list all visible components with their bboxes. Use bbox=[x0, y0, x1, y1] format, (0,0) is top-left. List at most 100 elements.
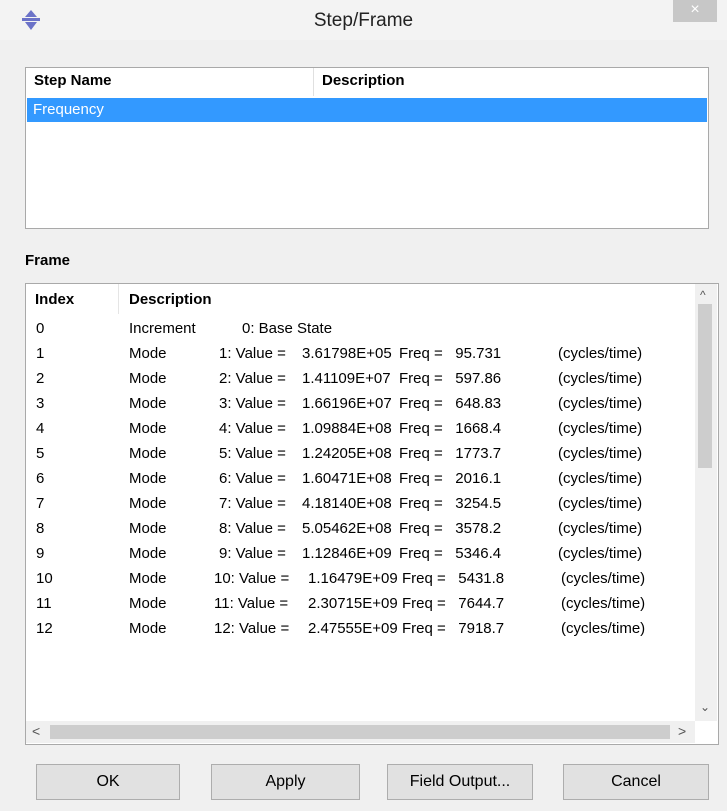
frame-type-cell: Mode bbox=[129, 370, 167, 387]
frame-index-cell: 3 bbox=[36, 395, 45, 412]
step-name-cell: Frequency bbox=[33, 101, 104, 118]
frame-type-cell: Mode bbox=[129, 445, 167, 462]
frame-freq-cell: Freq = 95.731 bbox=[399, 345, 502, 362]
frame-row[interactable]: 1 Mode 1: Value = 3.61798E+05 Freq = 95.731 (… bbox=[26, 343, 696, 367]
frame-freq-cell: Freq = 648.83 bbox=[399, 395, 502, 412]
frame-mode-cell: 0: Base State bbox=[242, 320, 333, 337]
frame-mode-cell: 2: Value = bbox=[219, 370, 286, 387]
frame-freq-cell: Freq = 597.86 bbox=[399, 370, 502, 387]
frame-row[interactable]: 7 Mode 7: Value = 4.18140E+08 Freq = 3254.5 (… bbox=[26, 493, 696, 517]
frame-type-cell: Increment bbox=[129, 320, 196, 337]
frame-row[interactable]: 2 Mode 2: Value = 1.41109E+07 Freq = 597.86 (… bbox=[26, 368, 696, 392]
frame-row[interactable]: 5 Mode 5: Value = 1.24205E+08 Freq = 1773.7 (… bbox=[26, 443, 696, 467]
frame-index-cell: 1 bbox=[36, 345, 45, 362]
frame-value-cell: 1.09884E+08 bbox=[302, 420, 392, 437]
frame-freq-cell: Freq = 3254.5 bbox=[399, 495, 502, 512]
frame-row[interactable]: 11 Mode 11: Value = 2.30715E+09 Freq = 7644.… bbox=[26, 593, 696, 617]
frame-unit-cell: (cycles/time) bbox=[561, 595, 646, 612]
frame-mode-cell: 11: Value = bbox=[214, 595, 289, 612]
frame-table: Index Description 0 Increment 0: Base Stat… bbox=[25, 283, 719, 745]
frame-freq-cell: Freq = 3578.2 bbox=[399, 520, 502, 537]
frame-value-cell: 1.12846E+09 bbox=[302, 545, 392, 562]
frame-index-cell: 12 bbox=[36, 620, 53, 637]
frame-type-cell: Mode bbox=[129, 495, 167, 512]
description-header[interactable]: Description bbox=[322, 72, 405, 89]
frame-index-cell: 11 bbox=[36, 595, 52, 612]
frame-type-cell: Mode bbox=[129, 520, 167, 537]
frame-type-cell: Mode bbox=[129, 470, 167, 487]
frame-index-cell: 2 bbox=[36, 370, 45, 387]
frame-mode-cell: 4: Value = bbox=[219, 420, 286, 437]
frame-unit-cell: (cycles/time) bbox=[561, 570, 646, 587]
frame-row[interactable]: 0 Increment 0: Base State bbox=[26, 318, 696, 342]
scroll-up-icon[interactable]: ^ bbox=[700, 288, 706, 302]
ok-button[interactable]: OK bbox=[36, 764, 180, 800]
frame-row[interactable]: 3 Mode 3: Value = 1.66196E+07 Freq = 648.83 (… bbox=[26, 393, 696, 417]
frame-mode-cell: 8: Value = bbox=[219, 520, 286, 537]
frame-row[interactable]: 4 Mode 4: Value = 1.09884E+08 Freq = 1668.4 (… bbox=[26, 418, 696, 442]
window-title: Step/Frame bbox=[313, 10, 414, 31]
apply-button[interactable]: Apply bbox=[211, 764, 360, 800]
frame-mode-cell: 1: Value = bbox=[219, 345, 286, 362]
frame-row[interactable]: 10 Mode 10: Value = 1.16479E+09 Freq = 5431.… bbox=[26, 568, 696, 592]
frame-type-cell: Mode bbox=[129, 570, 167, 587]
scroll-right-icon[interactable]: > bbox=[678, 723, 686, 739]
frame-freq-cell: Freq = 5431.8 bbox=[402, 570, 505, 587]
step-table: Step Name Description Frequency bbox=[25, 67, 709, 229]
frame-unit-cell: (cycles/time) bbox=[558, 445, 643, 462]
frame-type-cell: Mode bbox=[129, 545, 167, 562]
frame-freq-cell: Freq = 2016.1 bbox=[399, 470, 502, 487]
frame-index-cell: 6 bbox=[36, 470, 45, 487]
frame-type-cell: Mode bbox=[129, 345, 167, 362]
frame-row[interactable]: 9 Mode 9: Value = 1.12846E+09 Freq = 5346.4 (… bbox=[26, 543, 696, 567]
frame-unit-cell: (cycles/time) bbox=[558, 470, 643, 487]
frame-value-cell: 1.60471E+08 bbox=[302, 470, 392, 487]
frame-unit-cell: (cycles/time) bbox=[558, 420, 643, 437]
frame-unit-cell: (cycles/time) bbox=[558, 520, 643, 537]
frame-section-label: Frame bbox=[25, 252, 71, 269]
vertical-scroll-thumb[interactable] bbox=[698, 304, 712, 468]
vertical-scrollbar[interactable]: ^ ⌄ bbox=[695, 284, 717, 721]
frame-freq-cell: Freq = 7918.7 bbox=[402, 620, 505, 637]
horizontal-scroll-thumb[interactable] bbox=[50, 725, 670, 739]
frame-unit-cell: (cycles/time) bbox=[558, 345, 643, 362]
step-row-frequency[interactable]: Frequency bbox=[27, 98, 707, 122]
frame-unit-cell: (cycles/time) bbox=[558, 395, 643, 412]
close-button[interactable]: × bbox=[673, 0, 717, 22]
frame-unit-cell: (cycles/time) bbox=[561, 620, 646, 637]
column-divider[interactable] bbox=[118, 284, 119, 314]
frame-value-cell: 1.16479E+09 bbox=[308, 570, 398, 587]
frame-mode-cell: 10: Value = bbox=[214, 570, 290, 587]
column-divider[interactable] bbox=[313, 68, 314, 96]
frame-mode-cell: 3: Value = bbox=[219, 395, 286, 412]
step-name-header[interactable]: Step Name bbox=[34, 72, 112, 89]
frame-mode-cell: 7: Value = bbox=[219, 495, 286, 512]
frame-value-cell: 5.05462E+08 bbox=[302, 520, 392, 537]
frame-index-cell: 10 bbox=[36, 570, 53, 587]
scroll-down-icon[interactable]: ⌄ bbox=[700, 700, 710, 714]
frame-value-cell: 2.47555E+09 bbox=[308, 620, 398, 637]
frame-row[interactable]: 6 Mode 6: Value = 1.60471E+08 Freq = 2016.1 (… bbox=[26, 468, 696, 492]
frame-index-cell: 7 bbox=[36, 495, 45, 512]
frame-freq-cell: Freq = 1668.4 bbox=[399, 420, 502, 437]
frame-mode-cell: 5: Value = bbox=[219, 445, 286, 462]
cancel-button[interactable]: Cancel bbox=[563, 764, 709, 800]
frame-row[interactable]: 12 Mode 12: Value = 2.47555E+09 Freq = 7918.… bbox=[26, 618, 696, 642]
frame-value-cell: 3.61798E+05 bbox=[302, 345, 392, 362]
frame-unit-cell: (cycles/time) bbox=[558, 545, 643, 562]
frame-mode-cell: 6: Value = bbox=[219, 470, 286, 487]
frame-value-cell: 2.30715E+09 bbox=[308, 595, 398, 612]
frame-index-cell: 0 bbox=[36, 320, 45, 337]
frame-description-header[interactable]: Description bbox=[129, 291, 212, 308]
frame-freq-cell: Freq = 7644.7 bbox=[402, 595, 505, 612]
horizontal-scrollbar[interactable]: < > bbox=[26, 721, 695, 743]
frame-row[interactable]: 8 Mode 8: Value = 5.05462E+08 Freq = 3578.2 (… bbox=[26, 518, 696, 542]
frame-type-cell: Mode bbox=[129, 395, 167, 412]
index-header[interactable]: Index bbox=[35, 291, 74, 308]
frame-value-cell: 1.66196E+07 bbox=[302, 395, 392, 412]
frame-unit-cell: (cycles/time) bbox=[558, 495, 643, 512]
frame-index-cell: 5 bbox=[36, 445, 45, 462]
field-output-button[interactable]: Field Output... bbox=[387, 764, 533, 800]
scroll-left-icon[interactable]: < bbox=[32, 723, 40, 739]
frame-value-cell: 1.24205E+08 bbox=[302, 445, 392, 462]
